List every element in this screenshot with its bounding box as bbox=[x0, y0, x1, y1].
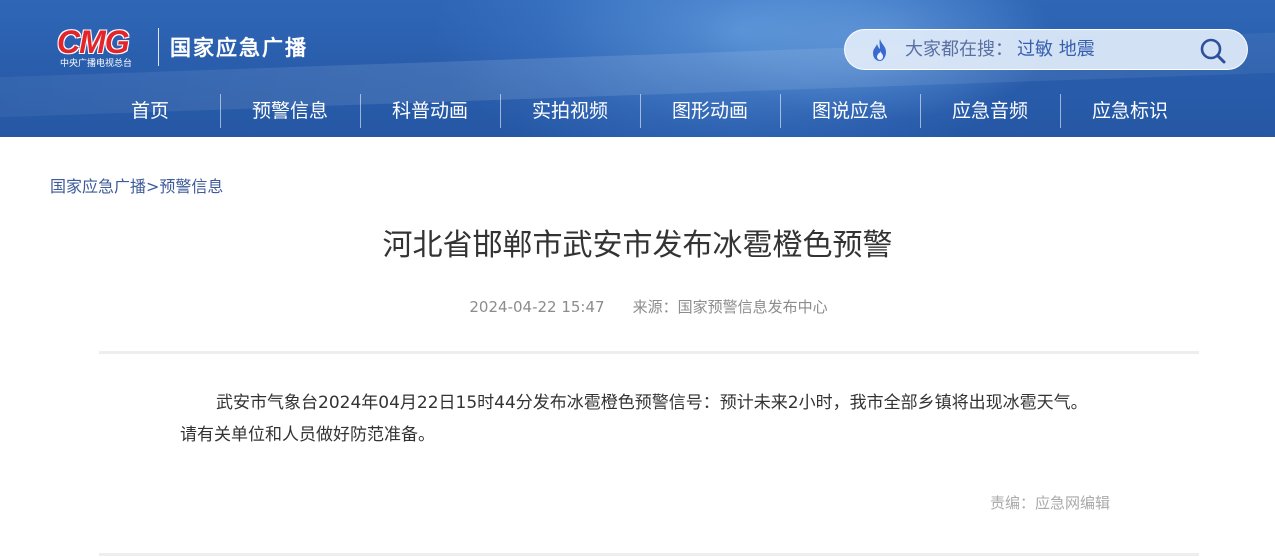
article-body: 武安市气象台2024年04月22日15时44分发布冰雹橙色预警信号：预计未来2小… bbox=[180, 393, 1088, 445]
cmg-logo-mark: CMG bbox=[57, 24, 130, 60]
breadcrumb-current-link[interactable]: 预警信息 bbox=[159, 177, 223, 196]
article-editor: 责编：应急网编辑 bbox=[990, 492, 1110, 514]
breadcrumb: 国家应急广播>预警信息 bbox=[50, 176, 223, 198]
fire-icon bbox=[873, 39, 886, 61]
site-brand-name: 国家应急广播 bbox=[170, 36, 308, 60]
main-nav: 首页 预警信息 科普动画 实拍视频 图形动画 图说应急 应急音频 应急标识 bbox=[80, 93, 1200, 129]
site-logo[interactable]: CMG 中央广播电视总台 国家应急广播 bbox=[55, 24, 335, 74]
cmg-logo-subtitle: 中央广播电视总台 bbox=[60, 59, 133, 69]
article-editor-label: 责编： bbox=[990, 494, 1036, 512]
search-hint-label: 大家都在搜： bbox=[905, 39, 1013, 60]
article-top-divider bbox=[99, 351, 1199, 354]
nav-item-emergency-signs[interactable]: 应急标识 bbox=[1060, 93, 1200, 129]
nav-item-warning-info[interactable]: 预警信息 bbox=[220, 93, 360, 129]
article-title: 河北省邯郸市武安市发布冰雹橙色预警 bbox=[382, 228, 893, 263]
nav-item-graphic-animation[interactable]: 图形动画 bbox=[640, 93, 780, 129]
search-hint: 大家都在搜： 过敏 地震 bbox=[905, 30, 1095, 69]
nav-item-live-video[interactable]: 实拍视频 bbox=[500, 93, 640, 129]
article-bottom-divider bbox=[99, 553, 1199, 556]
breadcrumb-separator: > bbox=[146, 177, 160, 196]
search-icon[interactable] bbox=[1199, 37, 1227, 65]
breadcrumb-home-link[interactable]: 国家应急广播 bbox=[50, 177, 146, 196]
logo-divider bbox=[158, 28, 159, 66]
search-hot-keywords[interactable]: 过敏 地震 bbox=[1017, 39, 1095, 60]
article-editor-name: 应急网编辑 bbox=[1035, 494, 1111, 512]
article-datetime: 2024-04-22 15:47 bbox=[469, 298, 605, 316]
nav-item-emergency-audio[interactable]: 应急音频 bbox=[920, 93, 1060, 129]
article-source: 国家预警信息发布中心 bbox=[677, 298, 828, 316]
nav-item-science-animation[interactable]: 科普动画 bbox=[360, 93, 500, 129]
search-box[interactable]: 大家都在搜： 过敏 地震 bbox=[844, 29, 1248, 70]
article-meta: 2024-04-22 15:47 来源：国家预警信息发布中心 bbox=[0, 296, 1275, 318]
nav-item-home[interactable]: 首页 bbox=[80, 93, 220, 129]
article-source-label: 来源： bbox=[632, 298, 678, 316]
nav-item-illustrated-emergency[interactable]: 图说应急 bbox=[780, 93, 920, 129]
site-header: CMG 中央广播电视总台 国家应急广播 大家都在搜： 过敏 地震 首页 预警信息 … bbox=[0, 0, 1275, 137]
